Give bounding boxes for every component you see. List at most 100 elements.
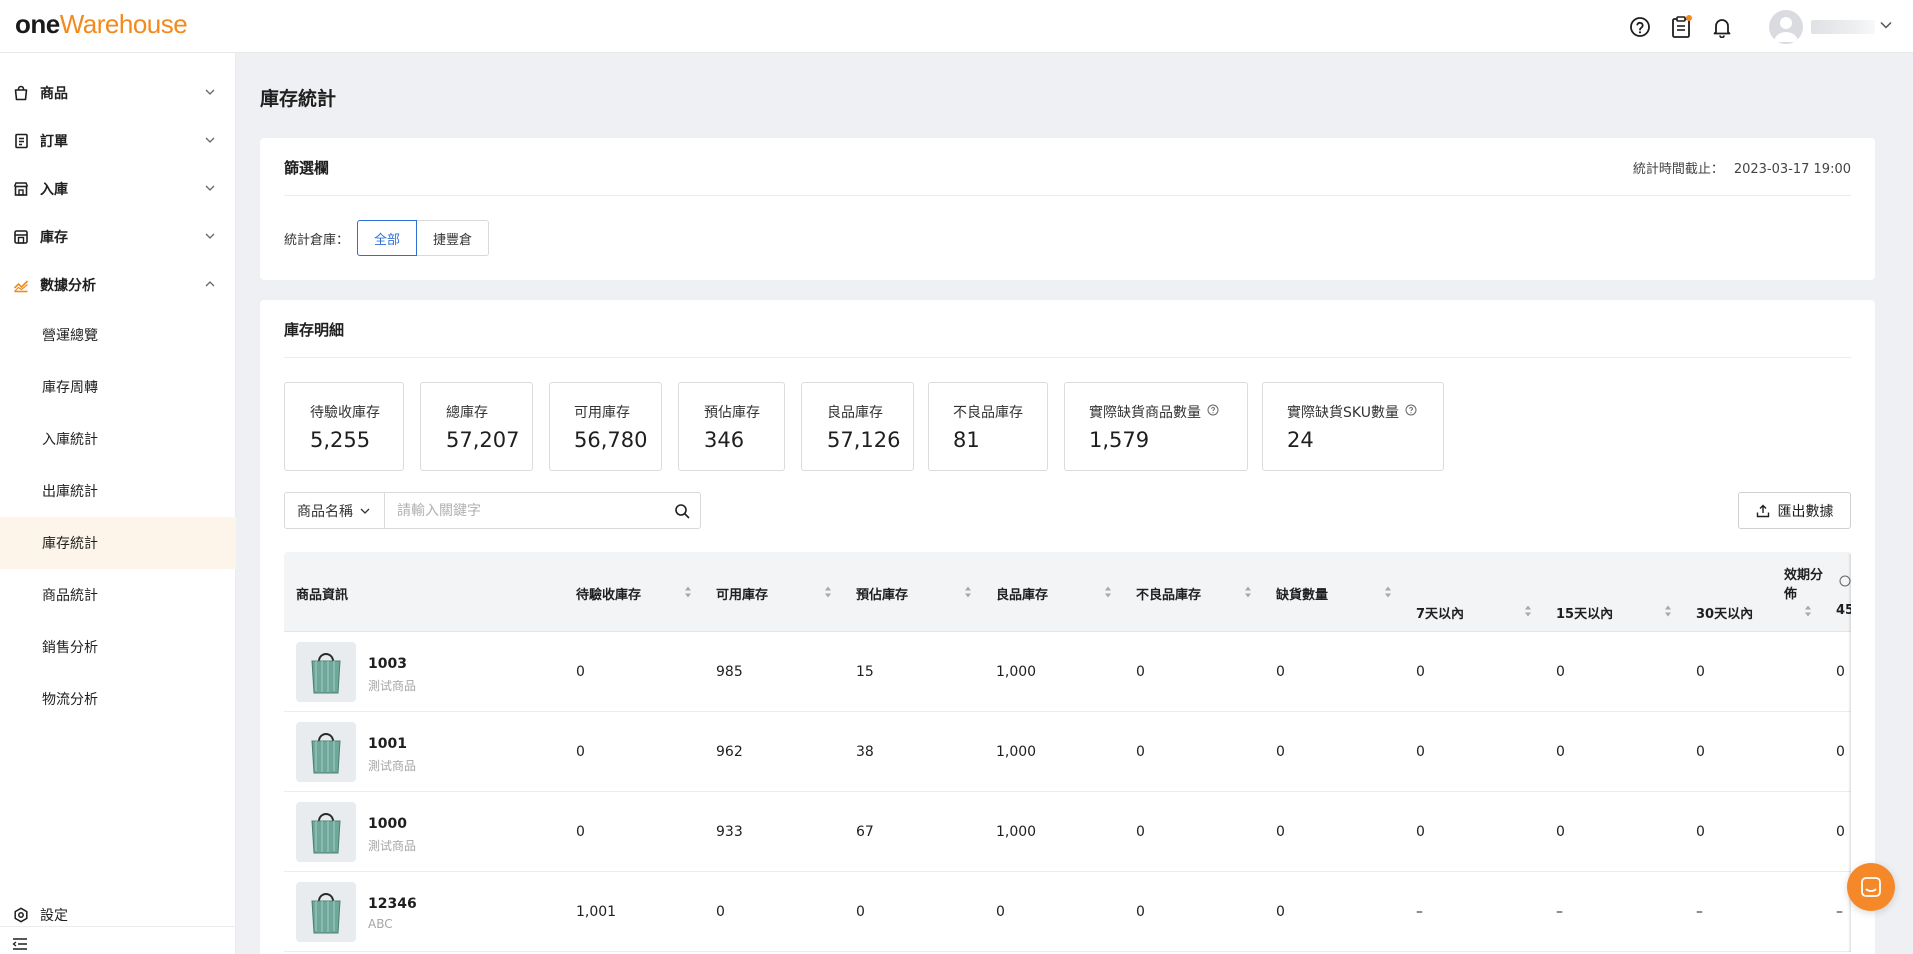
- cell-45d: –: [1836, 904, 1843, 920]
- avatar[interactable]: [1769, 9, 1803, 44]
- sidebar-group-orders[interactable]: 訂單: [0, 117, 236, 165]
- cell-pending: 0: [576, 744, 585, 760]
- sort-icon[interactable]: [1243, 585, 1253, 603]
- cell-15d: 0: [1556, 664, 1565, 680]
- table-row[interactable]: 1000 測试商品 0 933 67 1,000 0 0 0 0 0 0: [284, 792, 1851, 872]
- sidebar-item-label: 庫存統計: [42, 536, 98, 552]
- sidebar-group-inventory[interactable]: 庫存: [0, 213, 236, 261]
- inventory-detail-card: 庫存明細 待驗收庫存 5,255 總庫存 57,207 可用庫存 56,780 …: [260, 300, 1875, 954]
- col-header-7d[interactable]: 7天以內: [1416, 603, 1464, 622]
- chevron-down-icon: [204, 230, 216, 246]
- sidebar-item-inventory-turnover[interactable]: 庫存周轉: [0, 361, 236, 413]
- stat-time-value: 2023-03-17 19:00: [1733, 162, 1851, 177]
- sort-icon[interactable]: [1663, 604, 1673, 622]
- stat-time-label: 統計時間截止：: [1632, 162, 1724, 177]
- sidebar-item-product-stats[interactable]: 商品統計: [0, 569, 236, 621]
- table-row[interactable]: 1001 測试商品 0 962 38 1,000 0 0 0 0 0 0: [284, 712, 1851, 792]
- cell-pending: 0: [576, 664, 585, 680]
- cell-shortage: 0: [1276, 824, 1285, 840]
- sidebar-item-outbound-stats[interactable]: 出庫統計: [0, 465, 236, 517]
- col-header-15d[interactable]: 15天以內: [1556, 603, 1613, 622]
- sort-icon[interactable]: [963, 585, 973, 603]
- sidebar-item-sales-analysis[interactable]: 銷售分析: [0, 621, 236, 673]
- search-field-value: 商品名稱: [297, 503, 353, 520]
- warehouse-filter: 統計倉庫： 全部 捷豐倉: [284, 220, 490, 256]
- sidebar-group-label: 訂單: [40, 134, 68, 150]
- chat-icon: [1861, 877, 1881, 897]
- warehouse-option-jiefeng[interactable]: 捷豐倉: [417, 220, 490, 256]
- kpi-value: 1,579: [1089, 428, 1150, 452]
- col-header-available[interactable]: 可用庫存: [716, 584, 768, 603]
- clipboard-icon[interactable]: [1668, 14, 1694, 40]
- chat-support-button[interactable]: [1847, 863, 1895, 911]
- sidebar-group-inbound[interactable]: 入庫: [0, 165, 236, 213]
- col-header-reserved[interactable]: 預佔庫存: [856, 584, 908, 603]
- cell-reserved: 67: [856, 824, 874, 840]
- kpi-good-inventory: 良品庫存 57,126: [801, 382, 914, 471]
- kpi-label: 待驗收庫存: [310, 405, 380, 421]
- sidebar-item-inventory-stats[interactable]: 庫存統計: [0, 517, 236, 569]
- col-header-pending[interactable]: 待驗收庫存: [576, 584, 641, 603]
- cell-reserved: 0: [856, 904, 865, 920]
- col-header-30d[interactable]: 30天以內: [1696, 603, 1753, 622]
- export-data-button[interactable]: 匯出數據: [1738, 492, 1851, 529]
- cell-reserved: 38: [856, 744, 874, 760]
- product-id: 12346: [368, 896, 417, 912]
- sidebar-settings-label: 設定: [40, 908, 68, 924]
- sort-icon[interactable]: [1103, 585, 1113, 603]
- cell-defective: 0: [1136, 744, 1145, 760]
- sidebar-group-analytics[interactable]: 數據分析: [0, 261, 236, 309]
- product-name: 測试商品: [368, 759, 417, 773]
- table-row[interactable]: 12346 ABC 1,001 0 0 0 0 0 – – – –: [284, 872, 1851, 952]
- cell-pending: 0: [576, 824, 585, 840]
- detail-card-title: 庫存明細: [284, 321, 345, 339]
- sort-icon[interactable]: [1523, 604, 1533, 622]
- cell-45d: 0: [1836, 824, 1845, 840]
- kpi-label: 預佔庫存: [704, 405, 760, 421]
- cell-defective: 0: [1136, 904, 1145, 920]
- chevron-down-icon[interactable]: [1879, 18, 1893, 36]
- product-id: 1003: [368, 656, 407, 672]
- app-logo[interactable]: oneWarehouse: [15, 9, 188, 40]
- sort-icon[interactable]: [1383, 585, 1393, 603]
- sidebar-group-products[interactable]: 商品: [0, 69, 236, 117]
- search-input[interactable]: [385, 493, 664, 528]
- stat-time: 統計時間截止： 2023-03-17 19:00: [1633, 158, 1851, 177]
- user-name-blurred[interactable]: [1811, 19, 1875, 34]
- cell-7d: 0: [1416, 664, 1425, 680]
- col-header-shortage[interactable]: 缺貨數量: [1276, 584, 1328, 603]
- sidebar-item-logistics-analysis[interactable]: 物流分析: [0, 673, 236, 725]
- sort-icon[interactable]: [823, 585, 833, 603]
- kpi-label: 總庫存: [446, 405, 488, 421]
- divider: [284, 195, 1851, 196]
- analytics-icon: [12, 276, 30, 294]
- sidebar-item-label: 商品統計: [42, 588, 98, 604]
- sidebar-item-operations-overview[interactable]: 營運總覽: [0, 309, 236, 361]
- search-field-select[interactable]: 商品名稱: [285, 493, 385, 528]
- sort-icon[interactable]: [683, 585, 693, 603]
- table-header: 商品資訊 待驗收庫存 可用庫存 預佔庫存 良品庫存 不良品庫存 缺貨數量 效期分…: [284, 552, 1851, 632]
- sort-icon[interactable]: [1803, 604, 1813, 622]
- warehouse-filter-label: 統計倉庫：: [284, 232, 350, 248]
- cell-15d: 0: [1556, 744, 1565, 760]
- search-group: 商品名稱: [284, 492, 701, 529]
- sidebar-group-label: 庫存: [40, 230, 68, 246]
- question-circle-icon[interactable]: [1207, 404, 1219, 420]
- collapse-menu-icon[interactable]: [12, 937, 28, 954]
- cell-shortage: 0: [1276, 744, 1285, 760]
- cell-good: 1,000: [996, 664, 1037, 680]
- page-title: 庫存統計: [260, 88, 337, 110]
- col-header-expiry-group: 效期分佈: [1784, 564, 1851, 602]
- col-header-good[interactable]: 良品庫存: [996, 584, 1048, 603]
- help-circle-icon[interactable]: [1627, 14, 1653, 40]
- warehouse-option-all[interactable]: 全部: [357, 220, 418, 256]
- table-row[interactable]: 1003 測试商品 0 985 15 1,000 0 0 0 0 0 0: [284, 632, 1851, 712]
- cell-shortage: 0: [1276, 904, 1285, 920]
- question-circle-icon[interactable]: [1405, 404, 1417, 420]
- search-icon[interactable]: [664, 503, 700, 519]
- sidebar-item-inbound-stats[interactable]: 入庫統計: [0, 413, 236, 465]
- bell-icon[interactable]: [1709, 14, 1735, 40]
- col-header-defective[interactable]: 不良品庫存: [1136, 584, 1201, 603]
- chevron-down-icon: [360, 508, 370, 514]
- cell-15d: 0: [1556, 824, 1565, 840]
